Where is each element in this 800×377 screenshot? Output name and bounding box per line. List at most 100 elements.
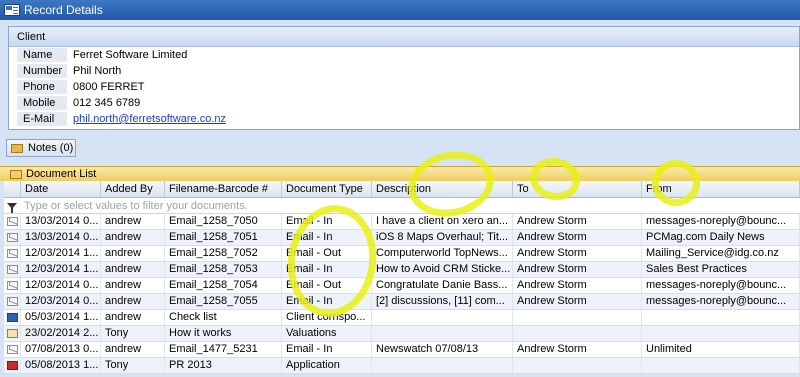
- email-icon: [6, 217, 18, 226]
- note-icon: [6, 329, 18, 338]
- cell-filename: Email_1258_7054: [165, 278, 282, 293]
- column-header-document-type[interactable]: Document Type: [282, 181, 372, 197]
- client-panel: Client Name Ferret Software Limited Numb…: [8, 26, 800, 130]
- column-header-to[interactable]: To: [513, 181, 642, 197]
- cell-description: I have a client on xero an...: [372, 214, 513, 229]
- record-details-titlebar: Record Details: [0, 0, 800, 20]
- cell-added-by: andrew: [101, 230, 165, 245]
- filter-icon[interactable]: [4, 198, 20, 213]
- cell-filename: PR 2013: [165, 358, 282, 373]
- cell-from: PCMag.com Daily News: [642, 230, 800, 245]
- cell-to: Andrew Storm: [513, 262, 642, 277]
- client-number-value: Phil North: [73, 65, 122, 77]
- table-row[interactable]: 12/03/2014 0... andrew Email_1258_7054 Emai…: [4, 278, 800, 294]
- cell-description: Newswatch 07/08/13: [372, 342, 513, 357]
- cell-description: Congratulate Danie Bass...: [372, 278, 513, 293]
- row-icon-cell: [4, 246, 21, 261]
- table-row[interactable]: 05/08/2013 1... Tony PR 2013 Application: [4, 358, 800, 374]
- column-header-filename[interactable]: Filename-Barcode #: [165, 181, 282, 197]
- cell-to: Andrew Storm: [513, 214, 642, 229]
- column-header-from[interactable]: From: [642, 181, 800, 197]
- table-row[interactable]: 23/02/2014 2... Tony How it works Valuation…: [4, 326, 800, 342]
- cell-description: How to Avoid CRM Sticke...: [372, 262, 513, 277]
- cell-description: Computerworld TopNews...: [372, 246, 513, 261]
- cell-date: 12/03/2014 1...: [21, 262, 101, 277]
- cell-document-type: Client corrispo...: [282, 310, 372, 325]
- column-header-description[interactable]: Description: [372, 181, 513, 197]
- cell-added-by: andrew: [101, 342, 165, 357]
- pdf-icon: [6, 361, 18, 370]
- cell-document-type: Valuations: [282, 326, 372, 341]
- cell-date: 13/03/2014 0...: [21, 214, 101, 229]
- column-header-added-by[interactable]: Added By: [101, 181, 165, 197]
- cell-from: [642, 326, 800, 341]
- table-row[interactable]: 12/03/2014 1... andrew Email_1258_7052 Emai…: [4, 246, 800, 262]
- document-list-header[interactable]: Document List: [0, 166, 800, 181]
- client-email-link[interactable]: phil.north@ferretsoftware.co.nz: [67, 113, 226, 125]
- row-icon-cell: [4, 262, 21, 277]
- document-list-title: Document List: [26, 168, 97, 180]
- cell-date: 13/03/2014 0...: [21, 230, 101, 245]
- cell-date: 07/08/2013 0...: [21, 342, 101, 357]
- row-icon-cell: [4, 230, 21, 245]
- cell-from: [642, 358, 800, 373]
- cell-date: 23/02/2014 2...: [21, 326, 101, 341]
- cell-from: Sales Best Practices: [642, 262, 800, 277]
- document-folder-icon: [10, 169, 22, 179]
- cell-date: 12/03/2014 0...: [21, 294, 101, 309]
- email-icon: [6, 345, 18, 354]
- cell-to: Andrew Storm: [513, 246, 642, 261]
- cell-to: Andrew Storm: [513, 294, 642, 309]
- client-name-row: Name Ferret Software Limited: [9, 47, 799, 63]
- cell-added-by: andrew: [101, 246, 165, 261]
- field-label: Number: [17, 63, 67, 79]
- row-icon-cell: [4, 278, 21, 293]
- cell-filename: Email_1258_7053: [165, 262, 282, 277]
- client-email-row: E-Mail phil.north@ferretsoftware.co.nz: [9, 111, 799, 127]
- table-row[interactable]: 12/03/2014 0... andrew Email_1258_7055 Emai…: [4, 294, 800, 310]
- grid-rows: 13/03/2014 0... andrew Email_1258_7050 Emai…: [4, 214, 800, 374]
- client-phone-row: Phone 0800 FERRET: [9, 79, 799, 95]
- cell-document-type: Application: [282, 358, 372, 373]
- table-row[interactable]: 12/03/2014 1... andrew Email_1258_7053 Emai…: [4, 262, 800, 278]
- cell-date: 12/03/2014 1...: [21, 246, 101, 261]
- row-icon-cell: [4, 214, 21, 229]
- cell-to: [513, 326, 642, 341]
- cell-filename: Check list: [165, 310, 282, 325]
- field-label: Mobile: [17, 95, 67, 111]
- table-row[interactable]: 13/03/2014 0... andrew Email_1258_7050 Emai…: [4, 214, 800, 230]
- column-header-date[interactable]: Date: [21, 181, 101, 197]
- word-doc-icon: [6, 313, 18, 322]
- cell-filename: Email_1258_7055: [165, 294, 282, 309]
- cell-from: Mailing_Service@idg.co.nz: [642, 246, 800, 261]
- table-row[interactable]: 07/08/2013 0... andrew Email_1477_5231 Emai…: [4, 342, 800, 358]
- notes-folder-icon: [11, 143, 23, 153]
- cell-filename: Email_1258_7050: [165, 214, 282, 229]
- cell-from: [642, 310, 800, 325]
- cell-added-by: Tony: [101, 326, 165, 341]
- record-window-icon: [4, 4, 20, 16]
- filter-input[interactable]: Type or select values to filter your doc…: [20, 198, 800, 213]
- email-icon: [6, 265, 18, 274]
- client-section-header: Client: [9, 27, 799, 47]
- row-icon-cell: [4, 326, 21, 341]
- email-icon: [6, 297, 18, 306]
- cell-date: 12/03/2014 0...: [21, 278, 101, 293]
- icon-column-header[interactable]: [4, 181, 21, 197]
- cell-document-type: Email - In: [282, 262, 372, 277]
- cell-description: iOS 8 Maps Overhaul; Tit...: [372, 230, 513, 245]
- notes-tab[interactable]: Notes (0): [6, 139, 76, 157]
- table-row[interactable]: 05/03/2014 1... andrew Check list Client co…: [4, 310, 800, 326]
- cell-document-type: Email - In: [282, 342, 372, 357]
- table-row[interactable]: 13/03/2014 0... andrew Email_1258_7051 Emai…: [4, 230, 800, 246]
- cell-filename: Email_1477_5231: [165, 342, 282, 357]
- cell-description: [372, 310, 513, 325]
- cell-from: messages-noreply@bounc...: [642, 214, 800, 229]
- client-phone-value: 0800 FERRET: [73, 81, 145, 93]
- cell-filename: Email_1258_7051: [165, 230, 282, 245]
- row-icon-cell: [4, 294, 21, 309]
- field-label: E-Mail: [17, 111, 67, 127]
- cell-filename: How it works: [165, 326, 282, 341]
- cell-to: Andrew Storm: [513, 278, 642, 293]
- email-icon: [6, 281, 18, 290]
